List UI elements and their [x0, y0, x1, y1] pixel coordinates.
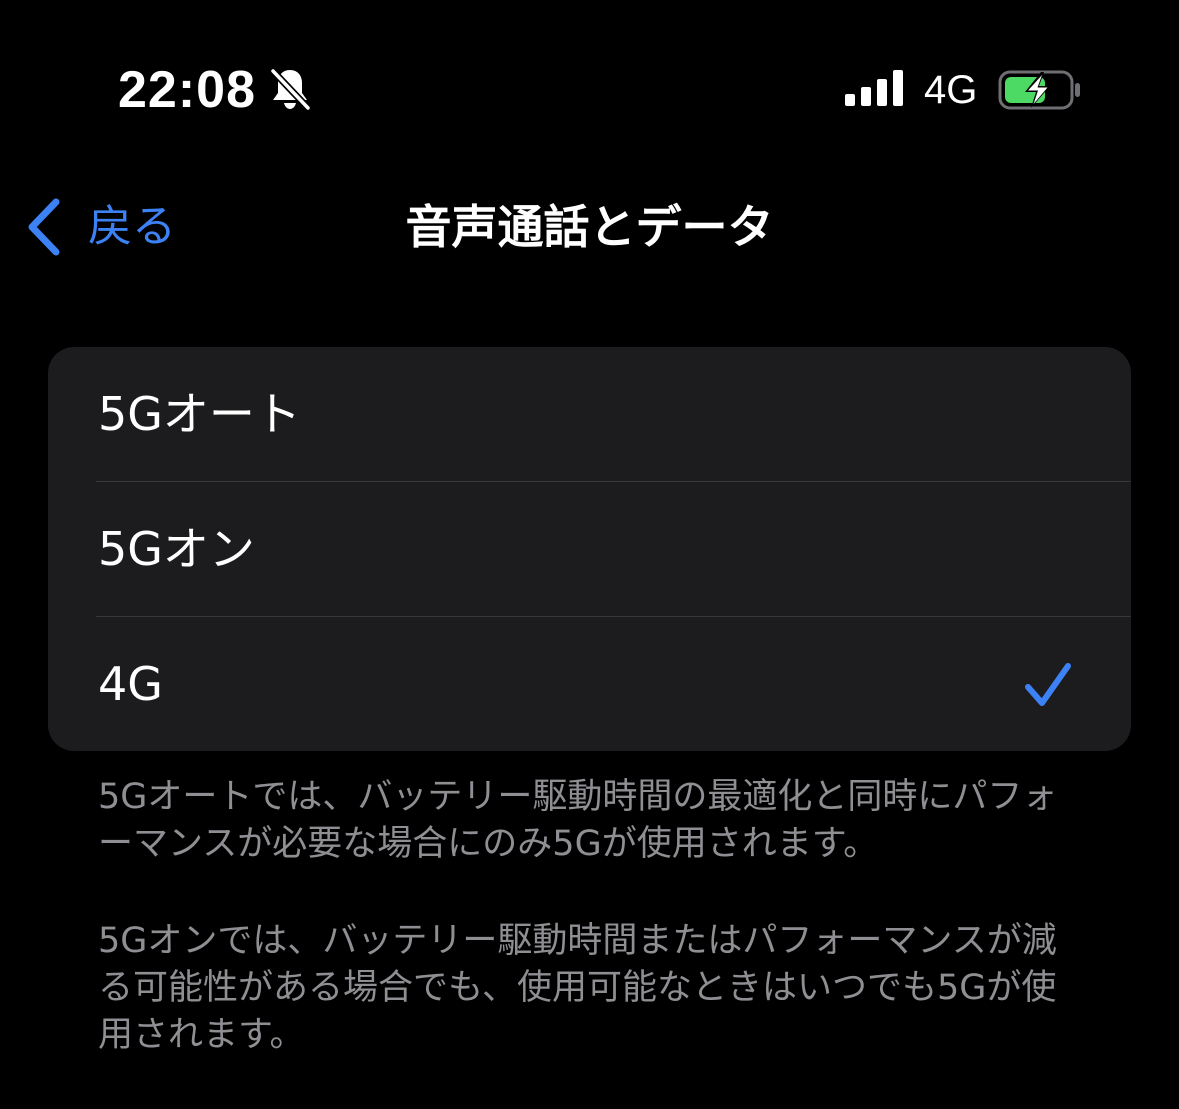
- option-5g-on[interactable]: 5Gオン: [96, 481, 1131, 616]
- option-label: 4G: [98, 657, 163, 711]
- footer-note-5g-on: 5Gオンでは、バッテリー駆動時間またはパフォーマンスが減る可能性がある場合でも、…: [98, 921, 1057, 1055]
- cellular-signal-icon: [845, 70, 903, 106]
- checkmark-icon: [1025, 663, 1071, 706]
- option-label: 5Gオート: [98, 387, 301, 441]
- option-label: 5Gオン: [98, 522, 255, 576]
- back-label: 戻る: [88, 201, 176, 252]
- option-5g-auto[interactable]: 5Gオート: [48, 347, 1131, 481]
- network-type: 4G: [924, 68, 978, 112]
- status-time: 22:08: [118, 61, 256, 119]
- back-button[interactable]: 戻る: [24, 192, 176, 262]
- status-bar: 22:08 4G: [0, 0, 1179, 150]
- battery-charging-icon: [998, 70, 1080, 110]
- footer-note-5g-auto: 5Gオートでは、バッテリー駆動時間の最適化と同時にパフォーマンスが必要な場合にの…: [98, 777, 1058, 864]
- chevron-left-icon: [28, 198, 60, 256]
- page-title: 音声通話とデータ: [405, 200, 774, 254]
- network-options-list: 5Gオート 5Gオン 4G: [48, 347, 1131, 751]
- option-4g[interactable]: 4G: [96, 616, 1131, 751]
- bell-slash-icon: [269, 67, 312, 112]
